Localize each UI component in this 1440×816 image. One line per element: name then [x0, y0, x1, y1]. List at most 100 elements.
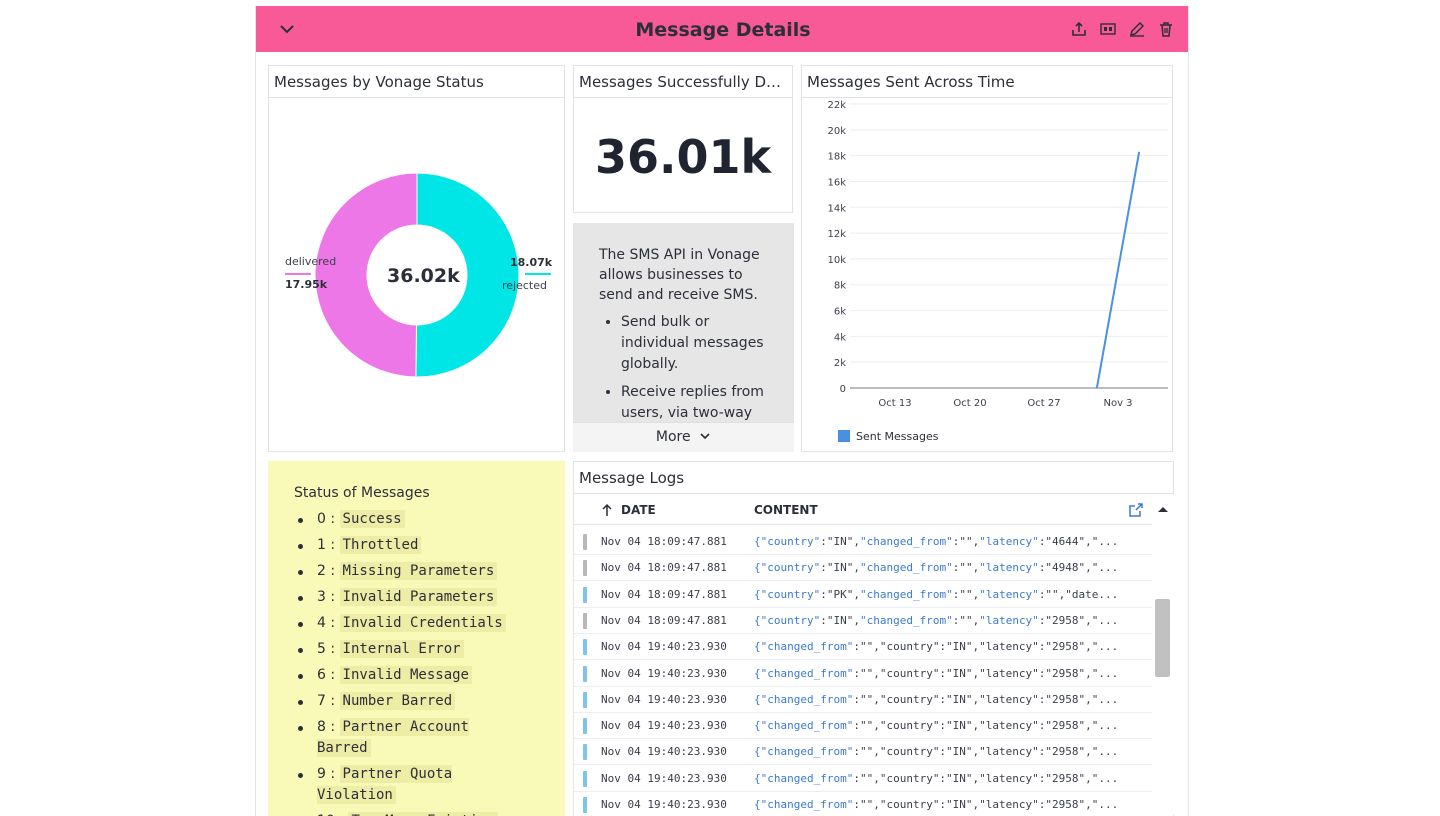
status-item: 1 : Throttled [296, 535, 526, 556]
log-date: Nov 04 19:40:23.930 [601, 719, 727, 733]
y-tick-label: 2k [834, 358, 846, 369]
status-label: Invalid Message [339, 666, 472, 684]
line-chart: 0 2k 4k 6k 8k 10k 12k 14k 16k 18k 20k 22k Oct 13 Oct … [827, 100, 1168, 443]
log-date: Nov 04 18:09:47.881 [601, 587, 727, 601]
scrollbar-thumb[interactable] [1155, 599, 1170, 677]
log-date: Nov 04 18:09:47.881 [601, 613, 727, 627]
legend-swatch [838, 430, 850, 442]
scroll-up-icon[interactable] [1157, 505, 1169, 513]
status-indicator [583, 534, 587, 550]
status-indicator [583, 560, 587, 577]
log-row[interactable]: Nov 04 18:09:47.881 {"country":"PK","chan… [574, 582, 1152, 608]
group-title: Message Details [635, 19, 811, 41]
slice-value-delivered: 17.95k [285, 278, 328, 291]
log-date: Nov 04 19:40:23.930 [601, 666, 727, 680]
status-label: Partner Quota Violation [317, 765, 453, 804]
status-item: 8 : Partner Account Barred [296, 717, 526, 759]
slice-label-delivered: delivered [285, 255, 337, 268]
open-in-new-icon[interactable] [1129, 503, 1143, 517]
widget-title: Messages Successfully Deli... [579, 73, 789, 91]
sms-note-intro: The SMS API in Vonage allows businesses … [599, 247, 760, 303]
dashboard-group: Message Details Messages by Vonage Statu… [255, 6, 1189, 816]
export-icon[interactable] [1070, 20, 1088, 38]
log-content: {"country":"PK","changed_from":"","laten… [754, 587, 1119, 601]
log-row[interactable]: Nov 04 18:09:47.881 {"country":"IN","chan… [574, 608, 1152, 634]
log-row[interactable]: Nov 04 19:40:23.930 {"changed_from":"","c… [574, 792, 1152, 816]
log-content: {"changed_from":"","country":"IN","laten… [754, 666, 1119, 680]
log-content: {"changed_from":"","country":"IN","laten… [754, 771, 1119, 785]
log-row[interactable]: Nov 04 18:09:47.881 {"country":"IN","chan… [574, 529, 1152, 555]
log-row[interactable]: Nov 04 19:40:23.930 {"changed_from":"","c… [574, 713, 1152, 740]
legend-label[interactable]: Sent Messages [856, 430, 939, 443]
log-row[interactable]: Nov 04 19:40:23.930 {"changed_from":"","c… [574, 766, 1152, 792]
status-item: 4 : Invalid Credentials [296, 613, 526, 634]
y-tick-label: 14k [827, 203, 846, 214]
series-line-sent-messages[interactable] [1095, 151, 1141, 389]
sort-ascending-icon[interactable] [601, 503, 613, 517]
status-code: 2 [317, 563, 326, 579]
status-item: 0 : Success [296, 509, 526, 530]
x-tick-label: Nov 3 [1103, 398, 1132, 409]
status-note-title: Status of Messages [294, 485, 430, 501]
status-indicator [583, 612, 587, 629]
log-content: {"changed_from":"","country":"IN","laten… [754, 640, 1119, 654]
delete-icon[interactable] [1157, 20, 1175, 38]
log-row[interactable]: Nov 04 19:40:23.930 {"changed_from":"","c… [574, 739, 1152, 766]
log-content: {"changed_from":"","country":"IN","laten… [754, 719, 1119, 733]
status-item: 2 : Missing Parameters [296, 561, 526, 582]
log-row[interactable]: Nov 04 19:40:23.930 {"changed_from":"","c… [574, 634, 1152, 661]
log-content: {"country":"IN","changed_from":"","laten… [754, 535, 1119, 548]
delivered-leader-line [285, 273, 311, 275]
more-button[interactable]: More [573, 422, 794, 452]
status-label: Too Many Existing [348, 812, 498, 816]
y-tick-label: 20k [827, 126, 846, 137]
date-column-header[interactable]: DATE [621, 503, 656, 517]
status-indicator [583, 744, 587, 761]
status-code: 1 [317, 537, 326, 553]
log-date: Nov 04 18:09:47.881 [601, 535, 727, 548]
status-indicator [583, 770, 587, 787]
status-label: Number Barred [339, 692, 456, 710]
y-tick-label: 8k [834, 281, 846, 292]
edit-icon[interactable] [1128, 20, 1146, 38]
status-code: 7 [317, 693, 326, 709]
log-row[interactable]: Nov 04 18:09:47.881 {"country":"IN","chan… [574, 555, 1152, 582]
x-tick-label: Oct 20 [953, 398, 986, 409]
y-tick-label: 10k [827, 255, 846, 266]
status-indicator [583, 639, 587, 656]
more-label: More [655, 429, 691, 445]
status-list: 0 : Success 1 : Throttled 2 : Missing Para… [296, 509, 526, 816]
y-tick-label: 16k [827, 177, 846, 188]
status-item: 6 : Invalid Message [296, 665, 526, 686]
success-count-widget: Messages Successfully Deli... 36.01k [573, 65, 793, 213]
status-item: 9 : Partner Quota Violation [296, 764, 526, 806]
log-content: {"changed_from":"","country":"IN","laten… [754, 798, 1119, 811]
sms-note-widget: The SMS API in Vonage allows businesses … [573, 223, 794, 452]
log-content: {"changed_from":"","country":"IN","laten… [754, 745, 1119, 759]
log-row[interactable]: Nov 04 19:40:23.930 {"changed_from":"","c… [574, 687, 1152, 713]
log-date: Nov 04 18:09:47.881 [601, 561, 727, 575]
status-code: 4 [317, 615, 326, 631]
log-date: Nov 04 19:40:23.930 [601, 745, 727, 759]
status-item: 3 : Invalid Parameters [296, 587, 526, 608]
toggle-icon[interactable] [1099, 20, 1117, 38]
status-label: Success [339, 510, 405, 528]
y-tick-label: 22k [827, 100, 846, 111]
status-item: 5 : Internal Error [296, 639, 526, 660]
log-content: {"changed_from":"","country":"IN","laten… [754, 692, 1119, 706]
log-content: {"country":"IN","changed_from":"","laten… [754, 561, 1119, 575]
y-tick-label: 0 [840, 384, 846, 395]
status-item: 10 : Too Many Existing [296, 811, 526, 816]
log-scrollbar[interactable] [1152, 495, 1174, 815]
content-column-header[interactable]: CONTENT [754, 503, 818, 517]
donut-total: 36.02k [387, 265, 460, 287]
rejected-leader-line [525, 273, 551, 275]
sms-note-text: The SMS API in Vonage allows businesses … [599, 245, 769, 431]
log-date: Nov 04 19:40:23.930 [601, 798, 727, 811]
status-indicator [583, 586, 587, 603]
vonage-status-widget: Messages by Vonage Status 36.02k deliver… [268, 65, 565, 452]
log-row[interactable]: Nov 04 19:40:23.930 {"changed_from":"","c… [574, 661, 1152, 687]
status-code: 3 [317, 589, 326, 605]
status-label: Invalid Credentials [339, 614, 506, 632]
x-tick-label: Oct 13 [878, 398, 911, 409]
